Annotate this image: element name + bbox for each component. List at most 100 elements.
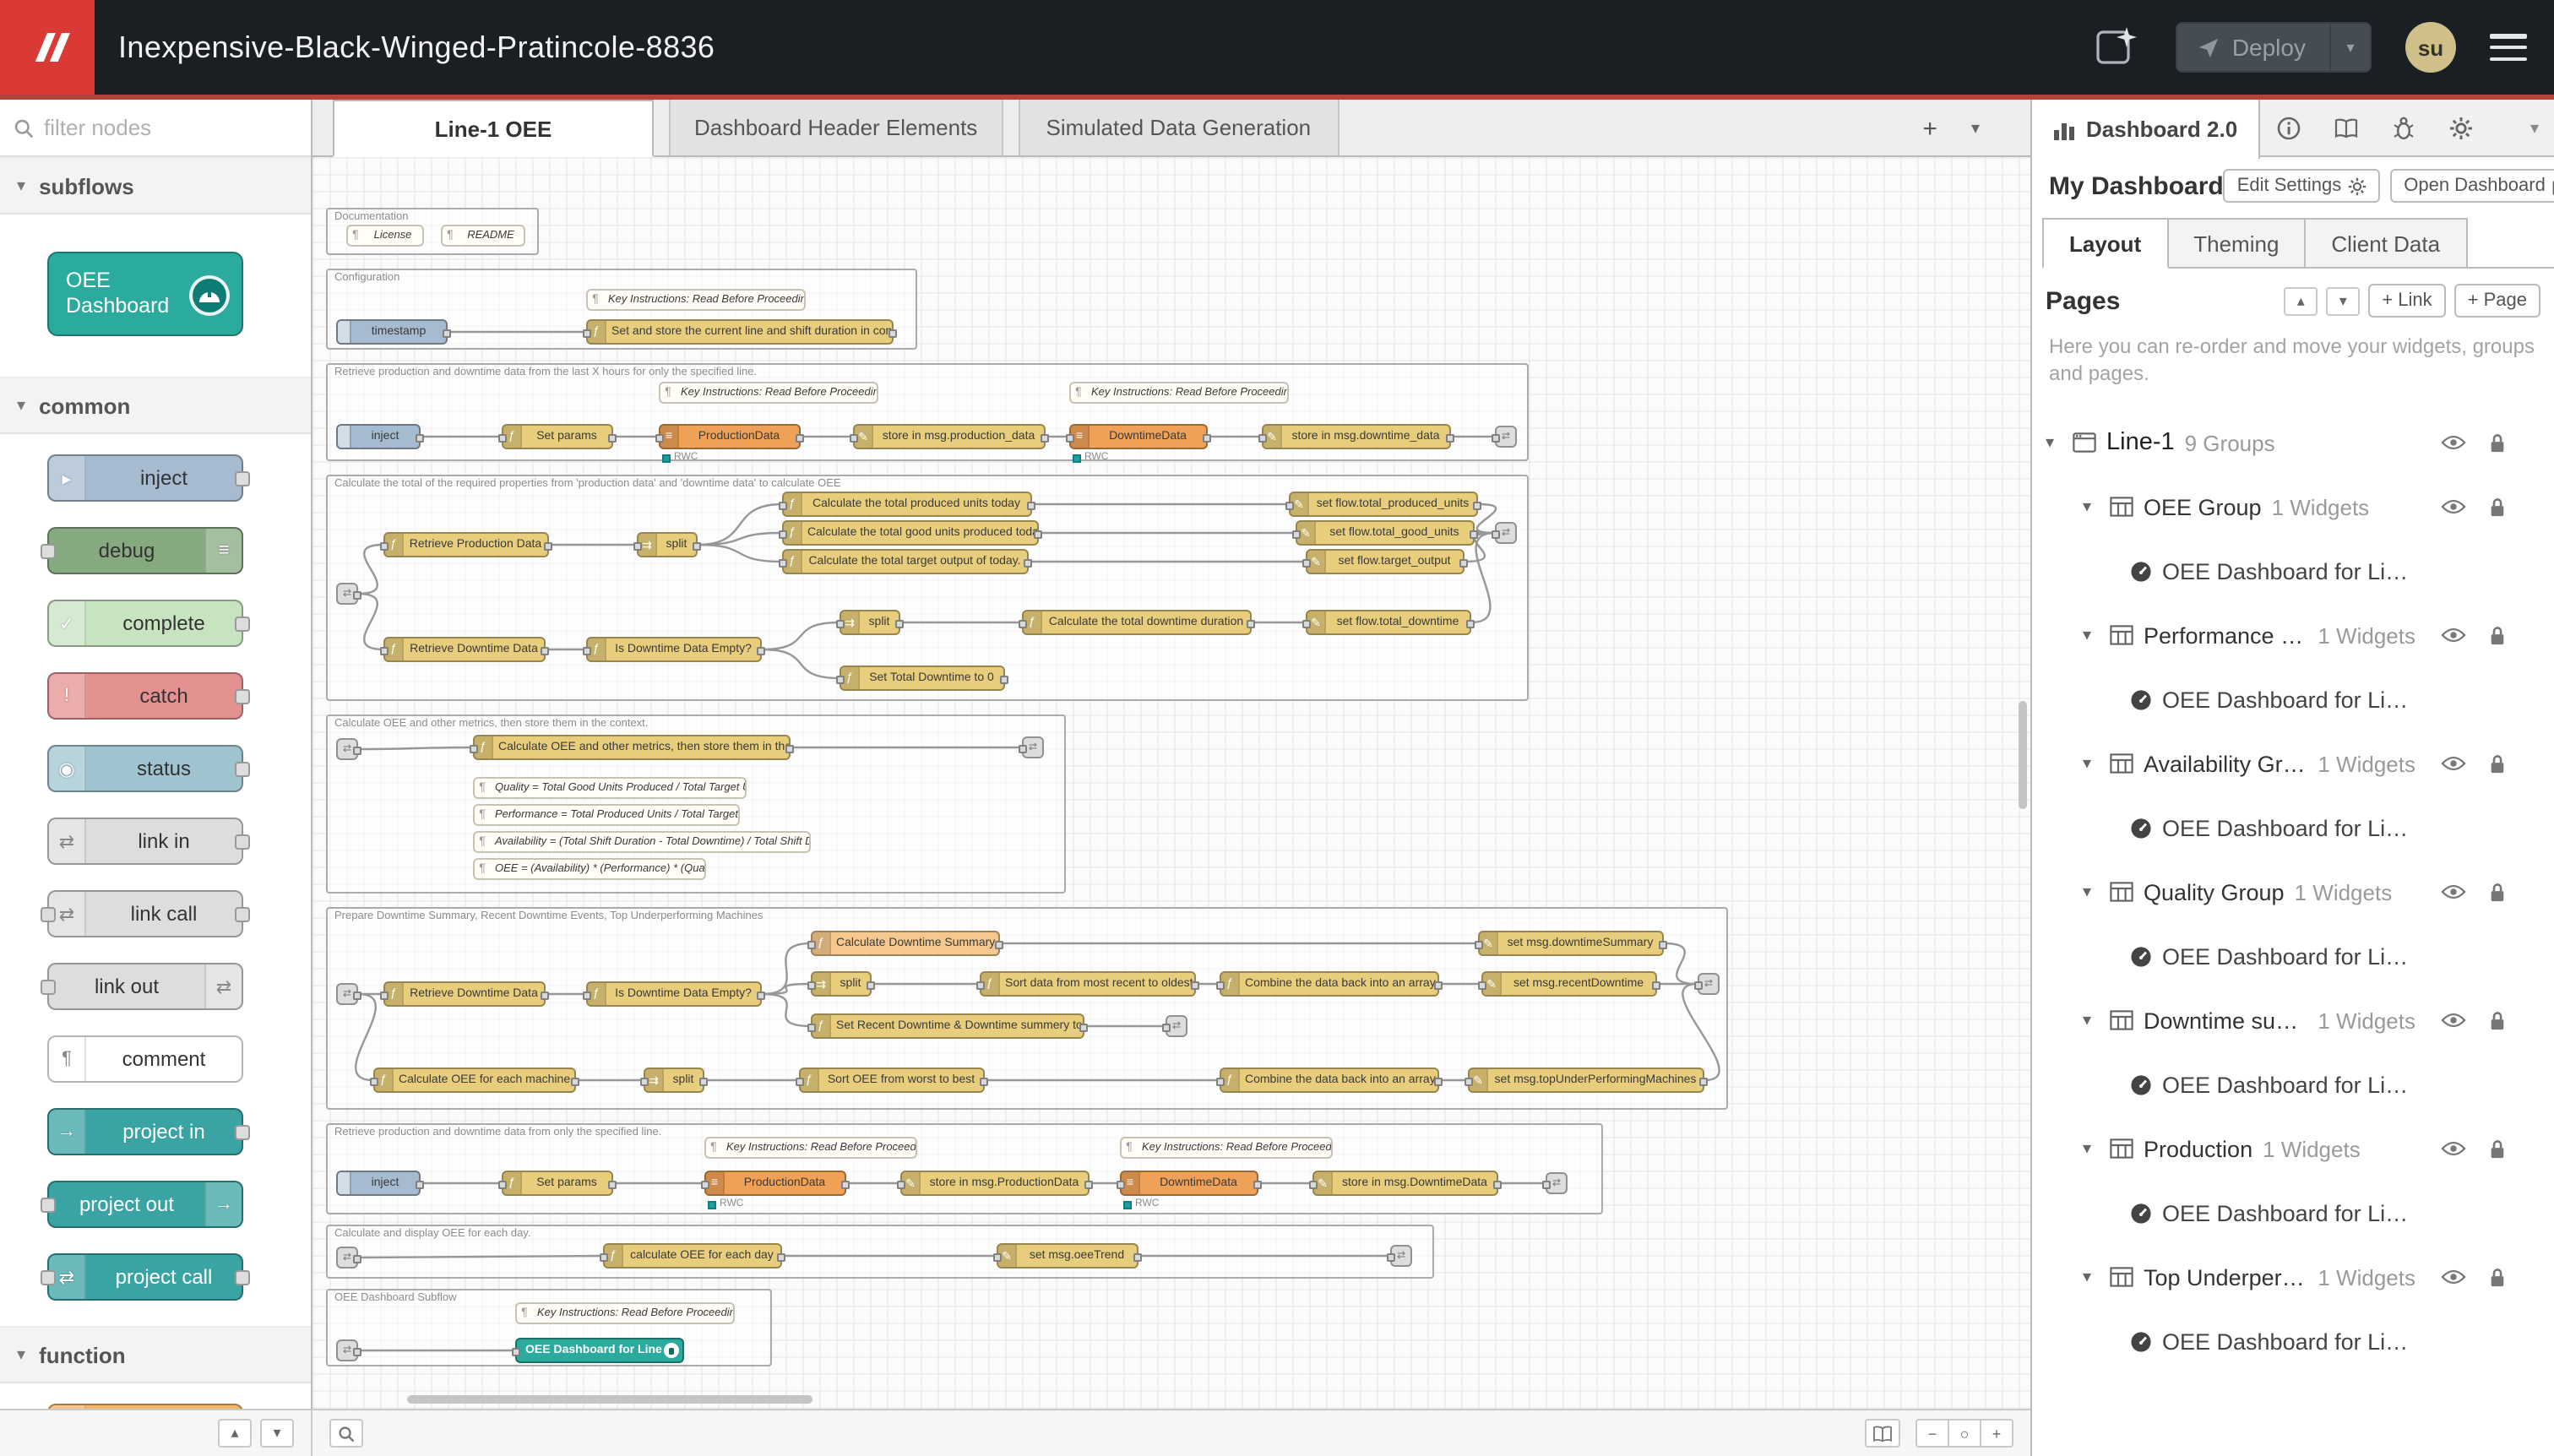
sidebar-collapse-button[interactable]: ▾ [2515, 100, 2554, 157]
tree-row-widget-oee-dashboard-for-line-1[interactable]: OEE Dashboard for Line 1 [2032, 677, 2554, 721]
inject-button[interactable] [338, 321, 351, 343]
palette-node-debug[interactable]: debug≡ [47, 527, 243, 574]
visibility-eye-icon[interactable] [2439, 1265, 2466, 1289]
flow-node-set-msg-oeetrend[interactable]: ✎set msg.oeeTrend [997, 1243, 1138, 1269]
palette-node-project-out[interactable]: project out→ [47, 1181, 243, 1228]
flow-node-timestamp[interactable]: timestamp [336, 319, 448, 345]
flow-node-set-and-store-the-current-line-and-shift-duration-in-context[interactable]: ƒSet and store the current line and shif… [586, 319, 894, 345]
flow-node-readme[interactable]: ¶README [441, 225, 525, 247]
tree-row-group-production[interactable]: ▾Production1 Widgets [2032, 1127, 2554, 1171]
flow-node-lo[interactable]: ⇄ [1166, 1015, 1187, 1037]
deploy-button[interactable]: Deploy ▾ [2176, 22, 2372, 73]
flow-node-inject[interactable]: inject [336, 1171, 421, 1196]
palette-scroll-up-button[interactable]: ▴ [218, 1419, 252, 1448]
flow-canvas[interactable]: Documentation¶License¶READMEConfiguratio… [312, 157, 2030, 1409]
zoom-in-button[interactable]: + [1980, 1419, 2013, 1448]
subtab-theming[interactable]: Theming [2166, 218, 2306, 269]
flow-node-set-params[interactable]: ƒSet params [502, 1171, 613, 1196]
tree-row-widget-oee-dashboard-for-line-1[interactable]: OEE Dashboard for Line 1 [2032, 806, 2554, 850]
flow-node-key-instructions-read-before-proceeding[interactable]: ¶Key Instructions: Read Before Proceedin… [515, 1302, 735, 1324]
zoom-out-button[interactable]: − [1916, 1419, 1949, 1448]
visibility-eye-icon[interactable] [2439, 495, 2466, 519]
flow-node-set-flow-target-output[interactable]: ✎set flow.target_output [1306, 549, 1464, 574]
lock-icon[interactable] [2483, 1265, 2510, 1289]
flow-node-license[interactable]: ¶License [346, 225, 424, 247]
flow-node-downtimedata[interactable]: ≡DowntimeDataRWC [1069, 424, 1208, 449]
flow-node-calculate-the-total-downtime-duration[interactable]: ƒCalculate the total downtime duration [1022, 610, 1252, 635]
lock-icon[interactable] [2483, 623, 2510, 647]
flow-node-calculate-oee-and-other-metrics-then-store-them-in-the-context[interactable]: ƒCalculate OEE and other metrics, then s… [473, 735, 791, 760]
visibility-eye-icon[interactable] [2439, 1008, 2466, 1032]
zoom-reset-button[interactable]: ○ [1948, 1419, 1981, 1448]
palette-node-status[interactable]: ◉status [47, 745, 243, 792]
flow-node-store-in-msg-downtimedata[interactable]: ✎store in msg.DowntimeData [1312, 1171, 1498, 1196]
tree-row-group-performance-group[interactable]: ▾Performance Group1 Widgets [2032, 613, 2554, 657]
visibility-eye-icon[interactable] [2439, 623, 2466, 647]
tree-row-widget-oee-dashboard-for-line-1[interactable]: OEE Dashboard for Line 1 [2032, 1062, 2554, 1106]
palette-search[interactable] [0, 100, 311, 157]
flow-node-li[interactable]: ⇄ [336, 1339, 358, 1361]
main-menu-button[interactable] [2490, 34, 2527, 61]
flow-node-lo[interactable]: ⇄ [1495, 522, 1517, 544]
flow-node-lo[interactable]: ⇄ [1546, 1172, 1568, 1194]
flow-node-downtimedata[interactable]: ≡DowntimeDataRWC [1120, 1171, 1258, 1196]
flow-node-set-params[interactable]: ƒSet params [502, 424, 613, 449]
lock-icon[interactable] [2483, 752, 2510, 775]
palette-node-complete[interactable]: ✓complete [47, 600, 243, 647]
flow-node-key-instructions-read-before-proceeding[interactable]: ¶Key Instructions: Read Before Proceedin… [704, 1137, 917, 1159]
lock-icon[interactable] [2483, 431, 2510, 454]
deploy-options-button[interactable]: ▾ [2329, 24, 2370, 71]
flow-node-retrieve-production-data[interactable]: ƒRetrieve Production Data [383, 532, 549, 557]
flow-node-combine-the-data-back-into-an-array[interactable]: ƒCombine the data back into an array. [1220, 1068, 1439, 1093]
palette-node-link-out[interactable]: link out⇄ [47, 963, 243, 1010]
flow-node-lo[interactable]: ⇄ [1495, 426, 1517, 448]
flow-node-combine-the-data-back-into-an-array[interactable]: ƒCombine the data back into an array. [1220, 971, 1439, 997]
add-page-button[interactable]: + Page [2454, 284, 2540, 318]
flow-node-oee-availability-performance-quality[interactable]: ¶OEE = (Availability) * (Performance) * … [473, 858, 706, 880]
flow-node-key-instructions-read-before-proceeding[interactable]: ¶Key Instructions: Read Before Proceedin… [659, 382, 878, 404]
flow-node-retrieve-downtime-data[interactable]: ƒRetrieve Downtime Data [383, 981, 546, 1007]
flow-node-split[interactable]: ⇉split [637, 532, 698, 557]
sidebar-tab-gear[interactable] [2432, 100, 2489, 155]
flow-node-is-downtime-data-empty[interactable]: ƒIs Downtime Data Empty? [586, 981, 762, 1007]
tree-row-group-quality-group[interactable]: ▾Quality Group1 Widgets [2032, 870, 2554, 914]
tree-row-widget-oee-dashboard-for-line-1[interactable]: OEE Dashboard for Line 1 [2032, 549, 2554, 593]
flow-node-sort-oee-from-worst-to-best[interactable]: ƒSort OEE from worst to best [799, 1068, 985, 1093]
inject-button[interactable] [338, 426, 351, 448]
visibility-eye-icon[interactable] [2439, 880, 2466, 904]
flow-node-li[interactable]: ⇄ [336, 583, 358, 605]
flow-node-set-flow-total-good-units[interactable]: ✎set flow.total_good_units [1296, 520, 1475, 546]
flow-node-set-flow-total-produced-units[interactable]: ✎set flow.total_produced_units [1289, 492, 1478, 517]
flow-node-lo[interactable]: ⇄ [1022, 736, 1044, 758]
flow-node-split[interactable]: ⇉split [644, 1068, 704, 1093]
flow-node-li[interactable]: ⇄ [336, 1247, 358, 1269]
flow-node-productiondata[interactable]: ≡ProductionDataRWC [704, 1171, 846, 1196]
sidebar-tab-dashboard-2-0[interactable]: Dashboard 2.0 [2032, 100, 2259, 159]
flow-node-calculate-downtime-summary[interactable]: ƒCalculate Downtime Summary [811, 931, 1000, 956]
palette-category-subflows[interactable]: ▾subflows [0, 157, 311, 215]
visibility-eye-icon[interactable] [2439, 431, 2466, 454]
edit-settings-button[interactable]: Edit Settings [2224, 169, 2381, 203]
subtab-client-data[interactable]: Client Data [2304, 218, 2467, 269]
tree-row-widget-oee-dashboard-for-line-1[interactable]: OEE Dashboard for Line 1 [2032, 1191, 2554, 1235]
lock-icon[interactable] [2483, 1008, 2510, 1032]
collapse-all-button[interactable]: ▴ [2284, 286, 2318, 315]
flow-node-sort-data-from-most-recent-to-oldest[interactable]: ƒSort data from most recent to oldest [980, 971, 1196, 997]
palette-node-comment[interactable]: ¶comment [47, 1035, 243, 1083]
flow-node-calculate-oee-for-each-machine[interactable]: ƒCalculate OEE for each machine [373, 1068, 576, 1093]
flow-node-set-total-downtime-to-0[interactable]: ƒSet Total Downtime to 0 [840, 666, 1005, 691]
flow-node-calculate-the-total-produced-units-today[interactable]: ƒCalculate the total produced units toda… [782, 492, 1032, 517]
flow-node-key-instructions-read-before-proceeding[interactable]: ¶Key Instructions: Read Before Proceedin… [1069, 382, 1289, 404]
expand-all-button[interactable]: ▾ [2326, 286, 2360, 315]
lock-icon[interactable] [2483, 880, 2510, 904]
vertical-scrollbar[interactable] [2019, 701, 2027, 809]
subtab-layout[interactable]: Layout [2042, 218, 2168, 269]
navigator-toggle-icon[interactable] [1865, 1419, 1900, 1448]
flow-node-lo[interactable]: ⇄ [1390, 1245, 1412, 1267]
flow-node-key-instructions-read-before-proceeding[interactable]: ¶Key Instructions: Read Before Proceedin… [1120, 1137, 1333, 1159]
ai-sparkle-icon[interactable] [2092, 22, 2143, 73]
flow-node-li[interactable]: ⇄ [336, 983, 358, 1005]
palette-node-link-in[interactable]: ⇄link in [47, 818, 243, 865]
palette-scroll-down-button[interactable]: ▾ [260, 1419, 294, 1448]
open-dashboard-button[interactable]: Open Dashboard [2390, 169, 2554, 203]
